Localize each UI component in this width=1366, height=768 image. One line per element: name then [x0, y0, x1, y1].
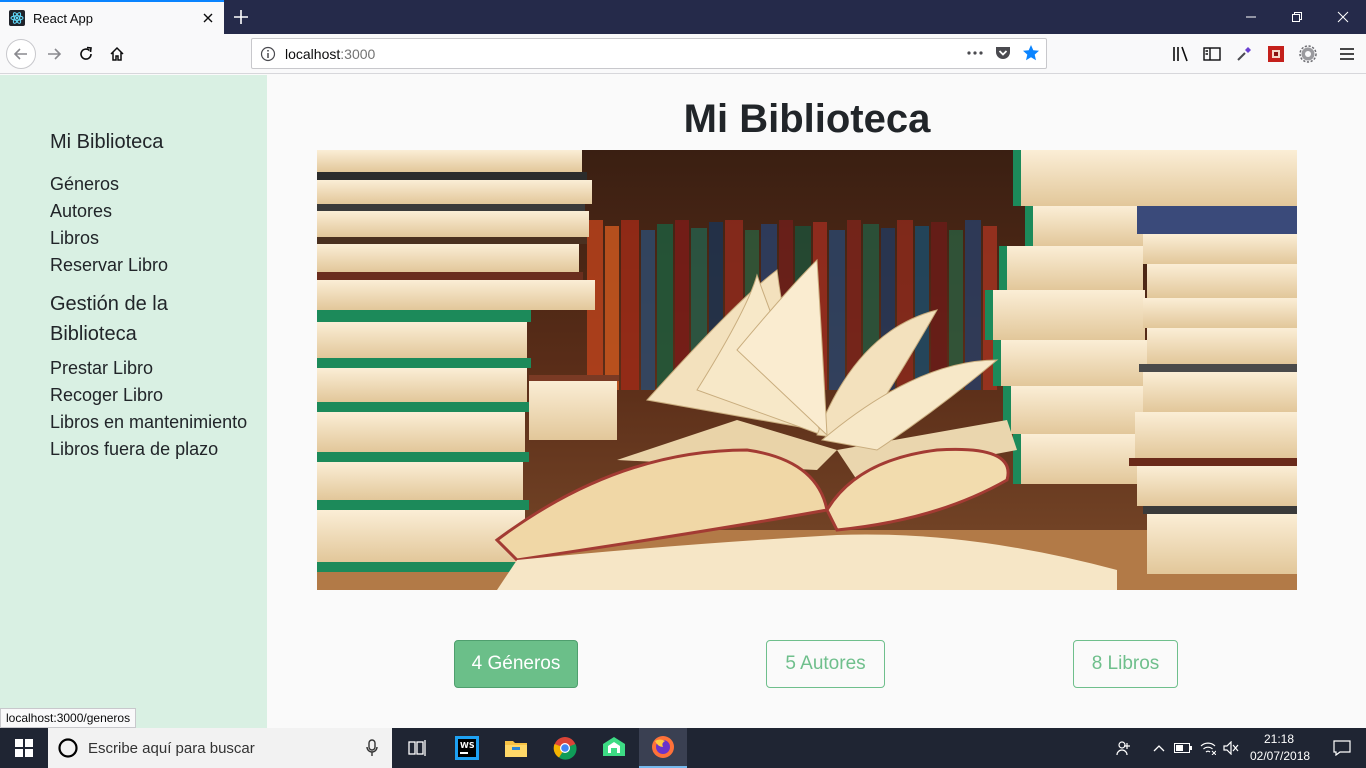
tab-title: React App: [33, 10, 93, 26]
sidebar-link-prestar-libro[interactable]: Prestar Libro: [50, 355, 260, 382]
search-placeholder: Escribe aquí para buscar: [88, 739, 255, 757]
sidebar-link-recoger-libro[interactable]: Recoger Libro: [50, 382, 260, 409]
page-title: Mi Biblioteca: [683, 97, 931, 141]
generos-count-button[interactable]: 4 Géneros: [454, 640, 578, 688]
task-view-icon[interactable]: [394, 728, 442, 768]
clock-date: 02/07/2018: [1250, 749, 1311, 763]
wifi-icon[interactable]: [1198, 728, 1218, 768]
windows-icon[interactable]: [0, 728, 48, 768]
restore-button[interactable]: [1274, 0, 1320, 34]
sidebar-link-libros-mantenimiento[interactable]: Libros en mantenimiento: [50, 409, 260, 436]
libros-count-button[interactable]: 8 Libros: [1073, 640, 1178, 688]
url-bar[interactable]: localhost:3000: [251, 38, 1047, 69]
notifications-icon[interactable]: [1318, 728, 1366, 768]
star-icon[interactable]: [1022, 44, 1040, 62]
library-icon[interactable]: [1170, 43, 1192, 65]
back-icon[interactable]: [6, 39, 36, 69]
reload-icon[interactable]: [72, 40, 100, 68]
close-icon[interactable]: [200, 10, 216, 26]
sidebar-section-title: Gestión de la Biblioteca: [50, 293, 168, 345]
sidebar: Mi Biblioteca Géneros Autores Libros Res…: [0, 75, 267, 728]
autores-count-button[interactable]: 5 Autores: [766, 640, 885, 688]
sidebar-link-generos[interactable]: Géneros: [50, 171, 260, 198]
chrome-icon[interactable]: [541, 728, 589, 768]
url-port: :3000: [340, 46, 376, 62]
react-icon: [9, 10, 25, 26]
extension-icon[interactable]: [1265, 43, 1287, 65]
clock-time: 21:18: [1263, 732, 1295, 746]
tab-bar: React App: [0, 0, 1366, 34]
tab-react-app[interactable]: React App: [0, 0, 224, 34]
taskbar: Escribe aquí para buscar WS 21:18 02/07/…: [0, 728, 1366, 768]
sidebar-link-reservar-libro[interactable]: Reservar Libro: [50, 252, 260, 279]
url-text[interactable]: localhost:3000: [285, 46, 375, 62]
hero-image-books: [317, 150, 1297, 590]
plus-icon[interactable]: [231, 7, 251, 27]
sidebar-link-libros-fuera-plazo[interactable]: Libros fuera de plazo: [50, 436, 260, 463]
url-host: localhost: [285, 46, 341, 62]
chevron-up-icon[interactable]: [1150, 728, 1168, 768]
volume-muted-icon[interactable]: [1220, 728, 1242, 768]
file-explorer-icon[interactable]: [492, 728, 540, 768]
taskbar-clock[interactable]: 21:18 02/07/2018: [1250, 731, 1311, 765]
people-icon[interactable]: [1112, 728, 1136, 768]
status-url: localhost:3000/generos: [0, 708, 137, 728]
android-studio-icon[interactable]: [590, 728, 638, 768]
info-icon[interactable]: [260, 46, 276, 62]
cortana-icon: [57, 737, 79, 759]
menu-icon[interactable]: [1336, 43, 1358, 65]
settings-icon[interactable]: [1297, 43, 1319, 65]
home-icon[interactable]: [103, 40, 131, 68]
more-icon[interactable]: [966, 44, 984, 62]
window-close-button[interactable]: [1320, 0, 1366, 34]
mic-icon[interactable]: [366, 739, 378, 757]
webstorm-icon[interactable]: WS: [443, 728, 491, 768]
firefox-icon[interactable]: [639, 728, 687, 768]
battery-icon[interactable]: [1172, 728, 1194, 768]
pocket-icon[interactable]: [994, 44, 1012, 62]
taskbar-search[interactable]: Escribe aquí para buscar: [48, 728, 392, 768]
sidebar-link-autores[interactable]: Autores: [50, 198, 260, 225]
eyedropper-icon[interactable]: [1233, 43, 1255, 65]
minimize-button[interactable]: [1228, 0, 1274, 34]
svg-text:WS: WS: [460, 741, 475, 750]
sidebar-brand[interactable]: Mi Biblioteca: [50, 127, 260, 157]
forward-icon[interactable]: [40, 40, 68, 68]
sidebar-icon[interactable]: [1201, 43, 1223, 65]
sidebar-link-libros[interactable]: Libros: [50, 225, 260, 252]
navigation-toolbar: localhost:3000: [0, 34, 1366, 74]
